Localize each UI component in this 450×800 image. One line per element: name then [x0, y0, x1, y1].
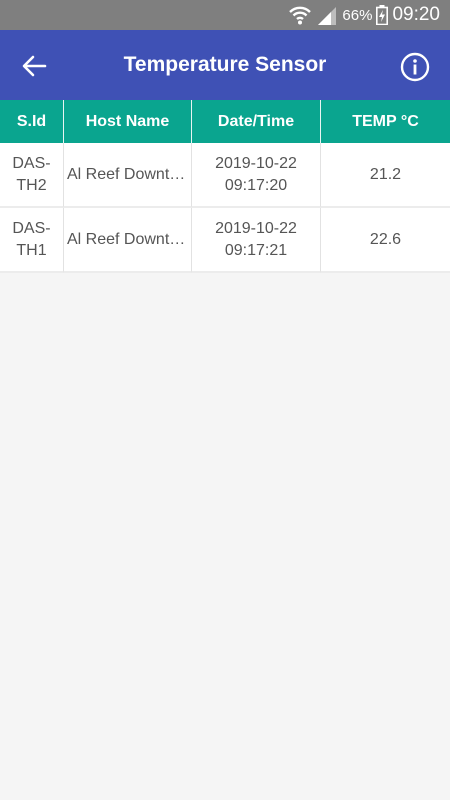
- status-bar: 66% 09:20: [0, 0, 450, 30]
- table-row[interactable]: DAS- TH2 Al Reef Downtown 2019-10-22 09:…: [0, 143, 450, 208]
- page-title: Temperature Sensor: [123, 53, 327, 76]
- back-button[interactable]: [18, 50, 50, 82]
- sid-line: TH1: [16, 241, 47, 259]
- signal-icon: [316, 5, 338, 25]
- arrow-left-icon: [22, 55, 47, 77]
- cell-date-time: 2019-10-22 09:17:21: [192, 208, 321, 273]
- info-circle-icon: [400, 52, 430, 82]
- cell-temperature: 21.2: [321, 143, 450, 208]
- sensor-table: S.Id Host Name Date/Time TEMP °C DAS- TH…: [0, 100, 450, 273]
- cell-sid: DAS- TH2: [0, 143, 64, 208]
- column-header-date-time: Date/Time: [192, 100, 321, 143]
- column-header-temp: TEMP °C: [321, 100, 450, 143]
- time-text: 09:17:20: [224, 176, 288, 194]
- battery-charging-icon: [376, 5, 389, 25]
- clock: 09:20: [392, 4, 440, 25]
- cell-date-time: 2019-10-22 09:17:20: [192, 143, 321, 208]
- cell-temperature: 22.6: [321, 208, 450, 273]
- wifi-icon: [288, 4, 312, 26]
- date-text: 2019-10-22: [215, 154, 297, 172]
- sid-line: DAS-: [12, 154, 51, 172]
- table-row[interactable]: DAS- TH1 Al Reef Downtown 2019-10-22 09:…: [0, 208, 450, 273]
- time-text: 09:17:21: [224, 241, 288, 259]
- table-header-row: S.Id Host Name Date/Time TEMP °C: [0, 100, 450, 143]
- cell-sid: DAS- TH1: [0, 208, 64, 273]
- cell-host-name: Al Reef Downtown: [64, 208, 192, 273]
- date-text: 2019-10-22: [215, 219, 297, 237]
- column-header-sid: S.Id: [0, 100, 64, 143]
- sid-line: DAS-: [12, 219, 51, 237]
- column-header-host-name: Host Name: [64, 100, 192, 143]
- battery-percent: 66%: [342, 6, 373, 24]
- info-button[interactable]: [398, 50, 432, 84]
- sid-line: TH2: [16, 176, 47, 194]
- cell-host-name: Al Reef Downtown: [64, 143, 192, 208]
- app-toolbar: Temperature Sensor: [0, 30, 450, 100]
